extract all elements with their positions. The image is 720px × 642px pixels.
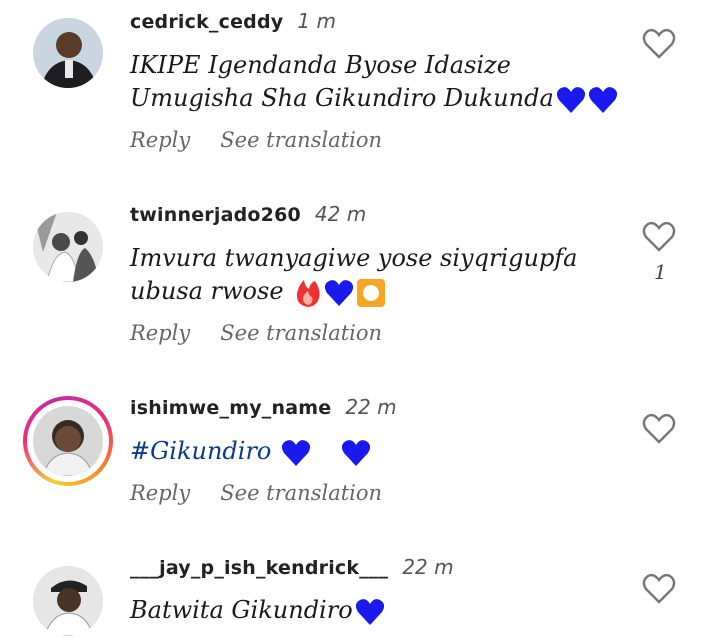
record-button-icon (356, 278, 386, 308)
like-button[interactable] (642, 28, 676, 60)
comment-meta: twinnerjado260 42 m (130, 202, 366, 226)
timestamp: 42 m (314, 202, 367, 226)
username[interactable]: ___jay_p_ish_kendrick___ (130, 557, 388, 579)
heart-outline-icon (642, 221, 676, 252)
comment-line-text: Umugisha Sha Gikundiro Dukunda (130, 84, 554, 112)
like-button[interactable] (642, 573, 676, 605)
comment-line: ubusa rwose (130, 275, 578, 308)
comment-text: Batwita Gikundiro (130, 594, 385, 627)
reply-button[interactable]: Reply (130, 481, 190, 505)
avatar-image (33, 406, 103, 476)
comment-line: Batwita Gikundiro (130, 594, 385, 627)
reply-button[interactable]: Reply (130, 321, 190, 345)
comment-text: IKIPE Igendanda Byose Idasize Umugisha S… (130, 49, 618, 115)
like-count: 1 (654, 260, 667, 284)
comment-line-text: Batwita Gikundiro (130, 596, 353, 624)
avatar-image (33, 566, 103, 636)
blue-heart-icon (324, 279, 354, 307)
comment-actions: Reply See translation (130, 128, 412, 152)
comment-line-text: ubusa rwose (130, 277, 284, 305)
blue-heart-icon (556, 86, 586, 114)
reply-button[interactable]: Reply (130, 128, 190, 152)
timestamp: 22 m (345, 395, 397, 419)
comment-line: IKIPE Igendanda Byose Idasize (130, 51, 511, 79)
comment-meta: ___jay_p_ish_kendrick___ 22 m (130, 555, 454, 579)
see-translation-button[interactable]: See translation (220, 321, 382, 345)
hashtag-link[interactable]: #Gikundiro (130, 437, 271, 465)
comment-meta: ishimwe_my_name 22 m (130, 395, 397, 419)
heart-outline-icon (642, 573, 676, 604)
fire-icon (294, 278, 322, 308)
timestamp: 22 m (402, 555, 454, 579)
blue-heart-icon (281, 439, 311, 467)
avatar-image (33, 18, 103, 88)
avatar[interactable] (33, 566, 103, 636)
like-button[interactable] (642, 413, 676, 445)
comment-actions: Reply See translation (130, 481, 412, 505)
blue-heart-icon (355, 598, 385, 626)
story-ring[interactable] (23, 396, 113, 486)
comment-text: Imvura twanyagiwe yose siyqrigupfa ubusa… (130, 242, 578, 308)
comment-text: #Gikundiro (130, 435, 371, 468)
username[interactable]: twinnerjado260 (130, 204, 301, 226)
comment-line: Imvura twanyagiwe yose siyqrigupfa (130, 244, 578, 272)
avatar[interactable] (33, 18, 103, 88)
comment-actions: Reply See translation (130, 321, 412, 345)
avatar[interactable] (33, 212, 103, 282)
blue-heart-icon (341, 439, 371, 467)
blue-heart-icon (588, 86, 618, 114)
username[interactable]: ishimwe_my_name (130, 397, 331, 419)
comment-line: Umugisha Sha Gikundiro Dukunda (130, 82, 618, 115)
like-button[interactable] (642, 221, 676, 253)
heart-outline-icon (642, 28, 676, 59)
comment-line: #Gikundiro (130, 435, 371, 468)
comment-meta: cedrick_ceddy 1 m (130, 9, 336, 33)
see-translation-button[interactable]: See translation (220, 128, 382, 152)
avatar[interactable] (33, 406, 103, 476)
heart-outline-icon (642, 413, 676, 444)
timestamp: 1 m (297, 9, 336, 33)
see-translation-button[interactable]: See translation (220, 481, 382, 505)
username[interactable]: cedrick_ceddy (130, 11, 283, 33)
avatar-image (33, 212, 103, 282)
